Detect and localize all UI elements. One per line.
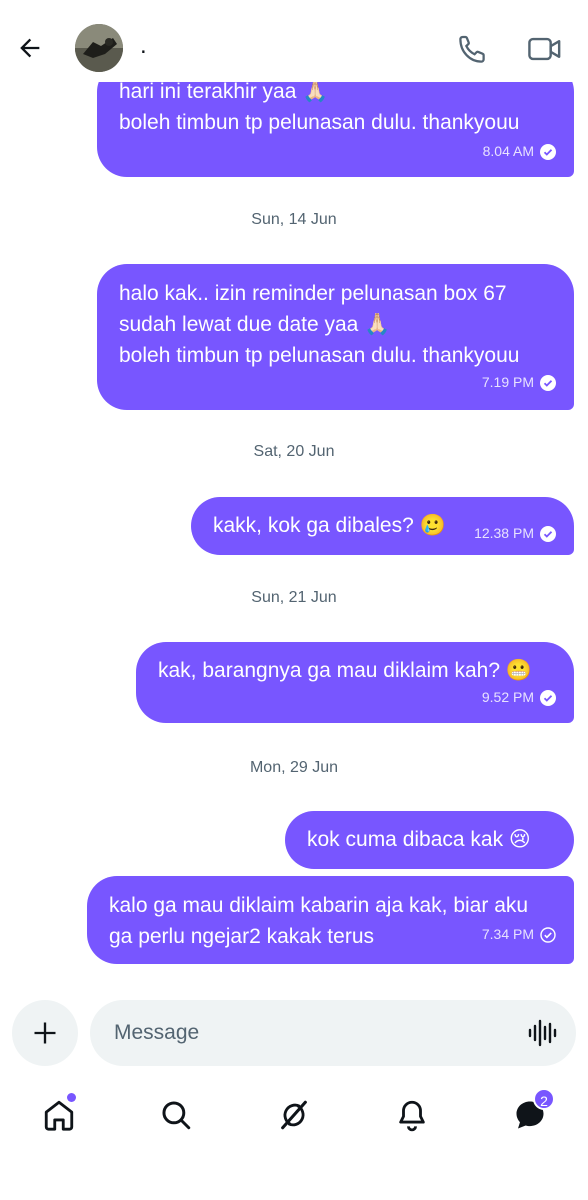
sent-check-icon xyxy=(540,926,556,943)
message-bubble[interactable]: hari ini terakhir yaa 🙏🏻 boleh timbun tp… xyxy=(97,82,574,177)
nav-notifications[interactable] xyxy=(389,1092,435,1138)
plus-icon xyxy=(34,1022,56,1044)
arrow-left-icon xyxy=(20,38,40,58)
message-time: 9.52 PM xyxy=(481,689,534,705)
waveform-icon xyxy=(528,1019,557,1047)
message-time: 8.04 AM xyxy=(482,143,534,159)
read-check-icon xyxy=(540,525,556,542)
message-time: 12.38 PM xyxy=(474,525,534,541)
contact-name[interactable]: . xyxy=(140,34,147,58)
message-input-container[interactable] xyxy=(90,1000,576,1066)
message-text: halo kak.. izin reminder pelunasan box 6… xyxy=(119,282,520,367)
message-text: hari ini terakhir yaa 🙏🏻 boleh timbun tp… xyxy=(119,82,520,134)
read-check-icon xyxy=(540,374,556,391)
message-bubble[interactable]: kok cuma dibaca kak 😢 xyxy=(285,811,574,869)
video-camera-icon xyxy=(528,37,561,61)
message-list[interactable]: hari ini terakhir yaa 🙏🏻 boleh timbun tp… xyxy=(0,82,588,982)
add-media-button[interactable] xyxy=(12,1000,78,1066)
avatar[interactable] xyxy=(75,24,123,72)
message-bubble[interactable]: halo kak.. izin reminder pelunasan box 6… xyxy=(97,264,574,410)
home-notification-dot xyxy=(67,1093,76,1102)
nav-grok[interactable] xyxy=(271,1092,317,1138)
message-text: kok cuma dibaca kak 😢 xyxy=(307,828,531,851)
date-separator: Sun, 14 Jun xyxy=(251,211,337,228)
read-check-icon xyxy=(540,143,556,160)
message-composer xyxy=(0,1000,588,1066)
back-button[interactable] xyxy=(12,30,48,66)
search-icon xyxy=(162,1101,191,1130)
message-time: 7.19 PM xyxy=(481,374,534,390)
nav-search[interactable] xyxy=(153,1092,199,1138)
nav-messages[interactable]: 2 xyxy=(507,1088,555,1138)
nav-home[interactable] xyxy=(36,1092,82,1138)
phone-icon xyxy=(459,35,485,63)
grok-icon xyxy=(281,1100,307,1130)
message-input[interactable] xyxy=(114,1000,504,1066)
bottom-navigation: 2 xyxy=(0,1080,588,1150)
read-check-icon xyxy=(540,689,556,706)
messages-count-badge: 2 xyxy=(533,1088,555,1110)
message-bubble[interactable]: kak, barangnya ga mau diklaim kah? 😬 9.5… xyxy=(136,642,574,723)
date-separator: Mon, 29 Jun xyxy=(249,759,339,776)
date-separator: Sat, 20 Jun xyxy=(253,443,335,460)
avatar-image xyxy=(75,24,123,72)
message-time: 7.34 PM xyxy=(481,926,534,942)
bell-icon xyxy=(399,1100,425,1132)
video-call-button[interactable] xyxy=(526,32,564,66)
message-bubble[interactable]: kalo ga mau diklaim kabarin aja kak, bia… xyxy=(87,876,574,964)
voice-message-button[interactable] xyxy=(526,1017,558,1049)
chat-header: . xyxy=(0,0,588,82)
date-separator: Sun, 21 Jun xyxy=(251,589,337,606)
home-icon xyxy=(44,1100,74,1131)
message-bubble[interactable]: kakk, kok ga dibales? 🥲 12.38 PM xyxy=(191,497,574,555)
call-button[interactable] xyxy=(456,32,490,66)
